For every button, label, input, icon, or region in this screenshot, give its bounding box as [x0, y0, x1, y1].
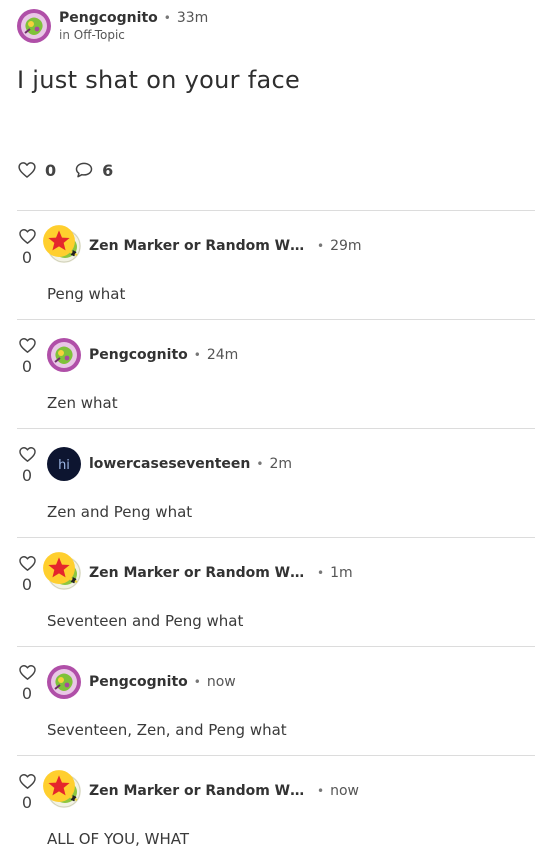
comment-bubble-icon — [74, 160, 94, 180]
separator-dot: • — [256, 457, 264, 471]
comment-item: 0 Zen Marker or Random Whipp… • 1m Seven… — [17, 537, 535, 646]
heart-icon — [18, 772, 37, 791]
heart-icon — [17, 160, 37, 180]
comment-like-button[interactable]: 0 — [17, 336, 37, 376]
comment-like-button[interactable]: 0 — [17, 663, 37, 703]
heart-icon — [18, 336, 37, 355]
separator-dot: • — [317, 566, 325, 580]
comment-text: Zen what — [47, 394, 118, 412]
separator-dot: • — [317, 784, 325, 798]
comment-time: now — [330, 783, 359, 799]
comment-avatar[interactable] — [47, 665, 81, 699]
author-avatar[interactable] — [17, 9, 51, 43]
comment-item: 0 lowercaseseventeen • 2m Zen and Peng w… — [17, 428, 535, 537]
post-header: Pengcognito • 33m in Off-Topic — [17, 9, 208, 43]
comment-like-count: 0 — [21, 793, 33, 812]
comment-time: now — [206, 674, 236, 690]
comment-avatar[interactable] — [47, 338, 81, 372]
heart-icon — [18, 445, 37, 464]
post-time: 33m — [176, 10, 209, 26]
comment-avatar[interactable] — [47, 447, 81, 481]
separator-dot: • — [193, 348, 201, 362]
comment-avatar[interactable] — [47, 229, 81, 263]
like-count: 0 — [45, 160, 57, 180]
comment-like-count: 0 — [21, 466, 33, 485]
heart-icon — [18, 554, 37, 573]
comment-item: 0 Zen Marker or Random Whipp… • 29m Peng… — [17, 210, 535, 319]
comment-text: Seventeen and Peng what — [47, 612, 244, 630]
comment-author[interactable]: Zen Marker or Random Whipp… — [89, 238, 311, 254]
star-badge-icon — [42, 769, 76, 803]
comment-author[interactable]: Pengcognito — [89, 347, 188, 363]
heart-icon — [18, 227, 37, 246]
comment-like-button[interactable]: 0 — [17, 772, 37, 812]
post-title: I just shat on your face — [17, 66, 301, 94]
category-link[interactable]: Off-Topic — [74, 28, 125, 42]
comment-item: 0 Pengcognito • 24m Zen what — [17, 319, 535, 428]
heart-icon — [18, 663, 37, 682]
post-actions: 0 6 — [17, 160, 131, 180]
comment-author[interactable]: Zen Marker or Random Whipp… — [89, 783, 311, 799]
comment-list: 0 Zen Marker or Random Whipp… • 29m Peng… — [17, 210, 535, 864]
comment-avatar[interactable] — [47, 556, 81, 590]
comment-text: Peng what — [47, 285, 126, 303]
comment-item: 0 Pengcognito • now Seventeen, Zen, and … — [17, 646, 535, 755]
comment-time: 1m — [330, 565, 353, 581]
comment-item: 0 Zen Marker or Random Whipp… • now ALL … — [17, 755, 535, 864]
separator-dot: • — [193, 675, 201, 689]
comment-text: ALL OF YOU, WHAT — [47, 830, 189, 848]
comment-avatar[interactable] — [47, 774, 81, 808]
post-author[interactable]: Pengcognito — [59, 9, 158, 27]
comment-time: 29m — [330, 238, 362, 254]
comment-author[interactable]: Pengcognito — [89, 674, 188, 690]
comment-author[interactable]: Zen Marker or Random Whipp… — [89, 565, 311, 581]
in-label: in — [59, 28, 70, 42]
comment-like-count: 0 — [21, 357, 33, 376]
comment-like-count: 0 — [21, 684, 33, 703]
comment-like-button[interactable]: 0 — [17, 554, 37, 594]
comment-time: 2m — [269, 456, 293, 472]
comment-time: 24m — [206, 347, 239, 363]
comment-text: Zen and Peng what — [47, 503, 193, 521]
comment-like-count: 0 — [21, 575, 33, 594]
comments-count: 6 — [102, 160, 114, 180]
separator-dot: • — [163, 11, 171, 25]
comment-text: Seventeen, Zen, and Peng what — [47, 721, 287, 739]
star-badge-icon — [42, 224, 76, 258]
comments-button[interactable]: 6 — [74, 160, 113, 180]
star-badge-icon — [42, 551, 76, 585]
comment-like-button[interactable]: 0 — [17, 227, 37, 267]
comment-author[interactable]: lowercaseseventeen — [89, 456, 250, 472]
comment-like-count: 0 — [21, 248, 33, 267]
like-button[interactable]: 0 — [17, 160, 56, 180]
comment-like-button[interactable]: 0 — [17, 445, 37, 485]
separator-dot: • — [317, 239, 325, 253]
